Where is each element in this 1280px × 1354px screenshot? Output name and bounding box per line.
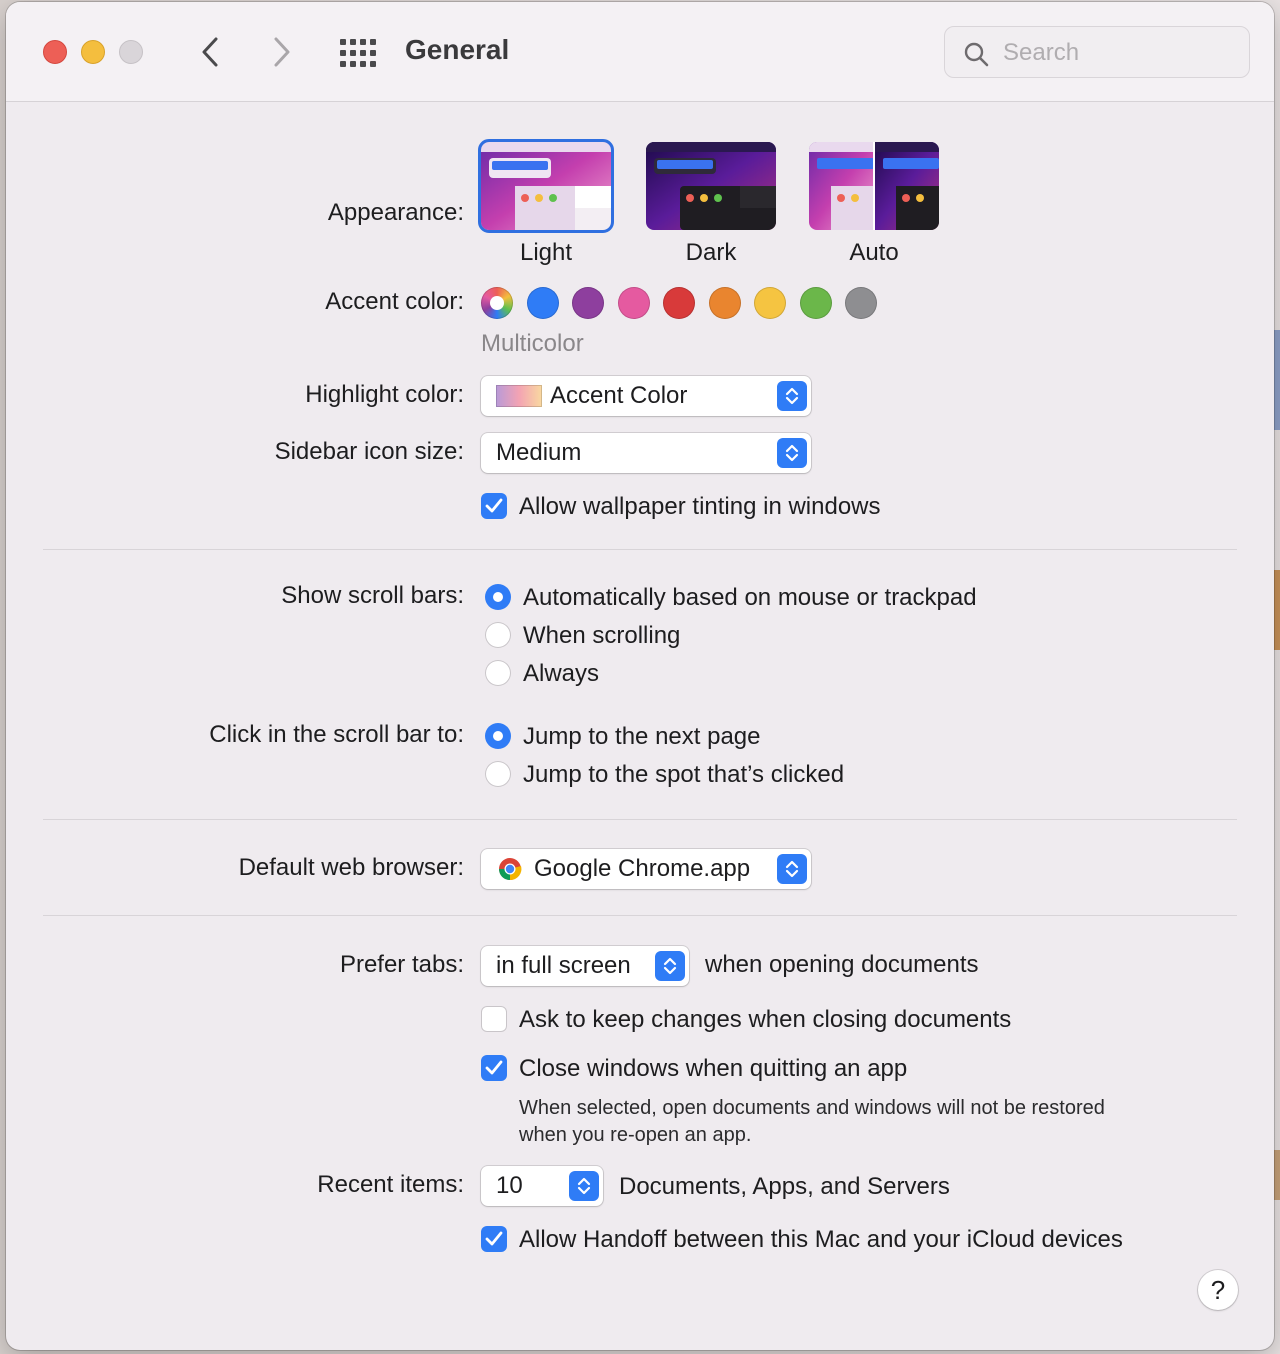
checkmark-icon: [485, 1060, 503, 1075]
accent-orange-swatch[interactable]: [709, 287, 741, 319]
forward-button[interactable]: [262, 32, 302, 72]
chevron-up-down-icon: [785, 387, 799, 405]
grid-icon: [340, 39, 376, 67]
search-field[interactable]: [944, 26, 1250, 78]
ask-keep-changes-checkbox[interactable]: [481, 1006, 507, 1032]
recent-items-suffix: Documents, Apps, and Servers: [619, 1173, 950, 1200]
accent-color-label: Accent color:: [325, 288, 464, 315]
highlight-color-label: Highlight color:: [305, 381, 464, 408]
preferences-window: General Appearance: Light: [6, 2, 1274, 1350]
chevron-left-icon: [202, 37, 218, 67]
default-browser-label: Default web browser:: [238, 854, 464, 881]
checkmark-icon: [485, 498, 503, 513]
scroll-bars-when-scrolling-label: When scrolling: [523, 622, 681, 649]
appearance-auto-label: Auto: [849, 239, 899, 266]
accent-multicolor-swatch[interactable]: [481, 287, 513, 319]
recent-items-value: 10: [496, 1172, 523, 1199]
sidebar-icon-size-label: Sidebar icon size:: [274, 438, 464, 465]
handoff-checkbox[interactable]: [481, 1226, 507, 1252]
accent-selected-name: Multicolor: [481, 330, 584, 357]
highlight-color-preview: [496, 385, 542, 407]
appearance-dark-label: Dark: [685, 239, 737, 266]
checkmark-icon: [485, 1231, 503, 1246]
sidebar-icon-size-popup[interactable]: Medium: [481, 433, 811, 473]
scroll-bars-always-label: Always: [523, 660, 600, 687]
chevron-right-icon: [274, 37, 290, 67]
popup-stepper: [569, 1171, 599, 1201]
ask-keep-changes-label: Ask to keep changes when closing documen…: [519, 1006, 1012, 1033]
appearance-label: Appearance:: [327, 199, 464, 226]
appearance-light-label: Light: [519, 239, 573, 266]
chrome-icon: [498, 858, 522, 881]
default-browser-value: Google Chrome.app: [534, 855, 751, 882]
accent-red-swatch[interactable]: [663, 287, 695, 319]
popup-stepper: [777, 438, 807, 468]
handoff-label: Allow Handoff between this Mac and your …: [519, 1226, 1123, 1253]
sidebar-icon-size-value: Medium: [496, 439, 582, 466]
minimize-window-button[interactable]: [81, 40, 105, 64]
divider: [43, 549, 1237, 550]
scroll-bars-when-scrolling-radio[interactable]: [485, 622, 511, 648]
accent-yellow-swatch[interactable]: [754, 287, 786, 319]
prefer-tabs-suffix: when opening documents: [705, 951, 979, 978]
zoom-window-button[interactable]: [119, 40, 143, 64]
chevron-up-down-icon: [577, 1177, 591, 1195]
divider: [43, 915, 1237, 916]
click-scroll-bar-label: Click in the scroll bar to:: [209, 721, 464, 748]
help-button[interactable]: ?: [1198, 1270, 1238, 1310]
show-all-button[interactable]: [338, 37, 378, 69]
recent-items-label: Recent items:: [317, 1171, 464, 1198]
close-window-button[interactable]: [43, 40, 67, 64]
accent-blue-swatch[interactable]: [527, 287, 559, 319]
close-windows-label: Close windows when quitting an app: [519, 1055, 908, 1082]
click-jump-spot-label: Jump to the spot that’s clicked: [523, 761, 845, 788]
wallpaper-tinting-checkbox[interactable]: [481, 493, 507, 519]
popup-stepper: [655, 951, 685, 981]
search-input[interactable]: [1003, 37, 1233, 69]
highlight-color-value: Accent Color: [550, 382, 688, 409]
appearance-dark-thumbnail[interactable]: [646, 142, 776, 230]
prefer-tabs-label: Prefer tabs:: [339, 951, 464, 978]
click-jump-spot-radio[interactable]: [485, 761, 511, 787]
close-windows-description-line1: When selected, open documents and window…: [519, 1097, 1105, 1119]
accent-graphite-swatch[interactable]: [845, 287, 877, 319]
search-icon: [964, 42, 989, 67]
prefer-tabs-popup[interactable]: in full screen: [481, 946, 689, 986]
window-title: General: [405, 34, 510, 65]
click-jump-next-page-radio[interactable]: [485, 723, 511, 749]
back-button[interactable]: [190, 32, 230, 72]
divider: [43, 819, 1237, 820]
scroll-bars-automatic-label: Automatically based on mouse or trackpad: [523, 584, 977, 611]
accent-green-swatch[interactable]: [800, 287, 832, 319]
click-jump-next-page-label: Jump to the next page: [523, 723, 761, 750]
show-scroll-bars-label: Show scroll bars:: [281, 582, 464, 609]
highlight-color-popup[interactable]: Accent Color: [481, 376, 811, 416]
popup-stepper: [777, 854, 807, 884]
appearance-auto-thumbnail[interactable]: [809, 142, 939, 230]
close-windows-checkbox[interactable]: [481, 1055, 507, 1081]
accent-pink-swatch[interactable]: [618, 287, 650, 319]
popup-stepper: [777, 381, 807, 411]
default-browser-popup[interactable]: Google Chrome.app: [481, 849, 811, 889]
toolbar: General: [6, 2, 1274, 102]
accent-purple-swatch[interactable]: [572, 287, 604, 319]
wallpaper-tinting-label: Allow wallpaper tinting in windows: [519, 493, 881, 520]
chevron-up-down-icon: [663, 957, 677, 975]
chevron-up-down-icon: [785, 444, 799, 462]
recent-items-popup[interactable]: 10: [481, 1166, 603, 1206]
prefer-tabs-value: in full screen: [496, 952, 631, 979]
appearance-light-thumbnail[interactable]: [478, 139, 614, 233]
close-windows-description-line2: when you re-open an app.: [519, 1124, 752, 1146]
scroll-bars-always-radio[interactable]: [485, 660, 511, 686]
scroll-bars-automatic-radio[interactable]: [485, 584, 511, 610]
chevron-up-down-icon: [785, 860, 799, 878]
